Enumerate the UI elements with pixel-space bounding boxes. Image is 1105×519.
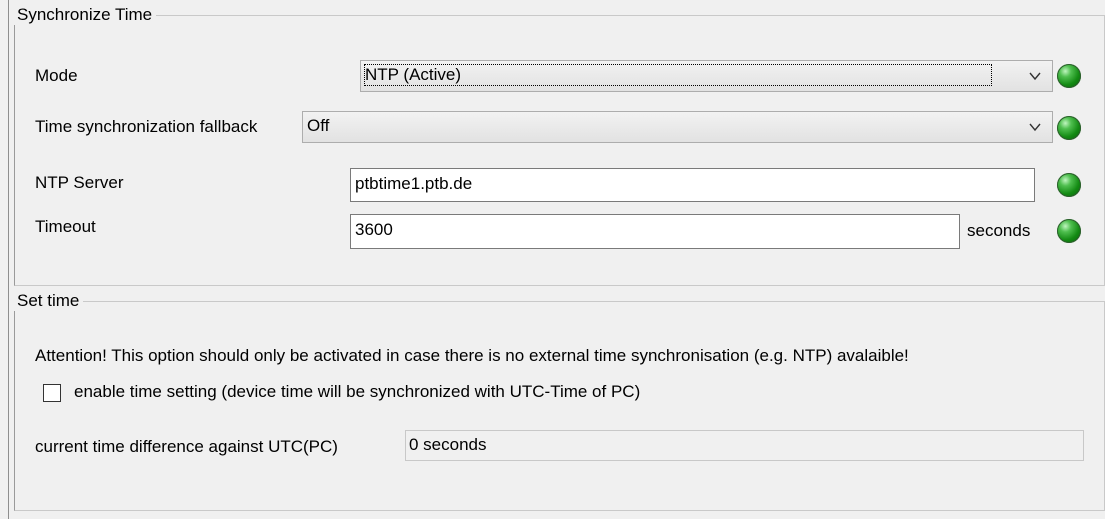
ntp-server-label: NTP Server [35, 173, 124, 192]
attention-text: Attention! This option should only be ac… [35, 346, 909, 365]
timeout-unit-label: seconds [967, 221, 1031, 240]
timeout-label: Timeout [35, 217, 96, 236]
mode-dropdown-value: NTP (Active) [363, 64, 993, 86]
enable-time-setting-checkbox[interactable] [43, 384, 61, 402]
ntp-server-status-icon [1057, 173, 1081, 197]
timeout-value: 3600 [355, 220, 393, 239]
fallback-label: Time synchronization fallback [35, 117, 258, 136]
ntp-server-value: ptbtime1.ptb.de [355, 174, 473, 193]
fallback-dropdown-value: Off [307, 116, 330, 135]
fallback-dropdown[interactable]: Off [302, 111, 1053, 143]
time-difference-label: current time difference against UTC(PC) [35, 437, 338, 456]
synchronize-time-title: Synchronize Time [14, 5, 157, 25]
fallback-status-icon [1057, 116, 1081, 140]
ntp-server-input[interactable]: ptbtime1.ptb.de [350, 168, 1035, 202]
chevron-down-icon [1029, 123, 1041, 132]
set-time-title: Set time [14, 291, 84, 311]
timeout-status-icon [1057, 219, 1081, 243]
window-left-border [8, 0, 9, 519]
set-time-group [14, 301, 1105, 511]
mode-status-icon [1057, 64, 1081, 88]
time-difference-field: 0 seconds [405, 430, 1084, 461]
time-difference-value: 0 seconds [409, 435, 487, 454]
timeout-input[interactable]: 3600 [350, 214, 960, 249]
mode-label: Mode [35, 66, 78, 85]
mode-dropdown[interactable]: NTP (Active) [360, 60, 1053, 92]
chevron-down-icon [1029, 72, 1041, 81]
enable-time-setting-label[interactable]: enable time setting (device time will be… [74, 381, 640, 403]
